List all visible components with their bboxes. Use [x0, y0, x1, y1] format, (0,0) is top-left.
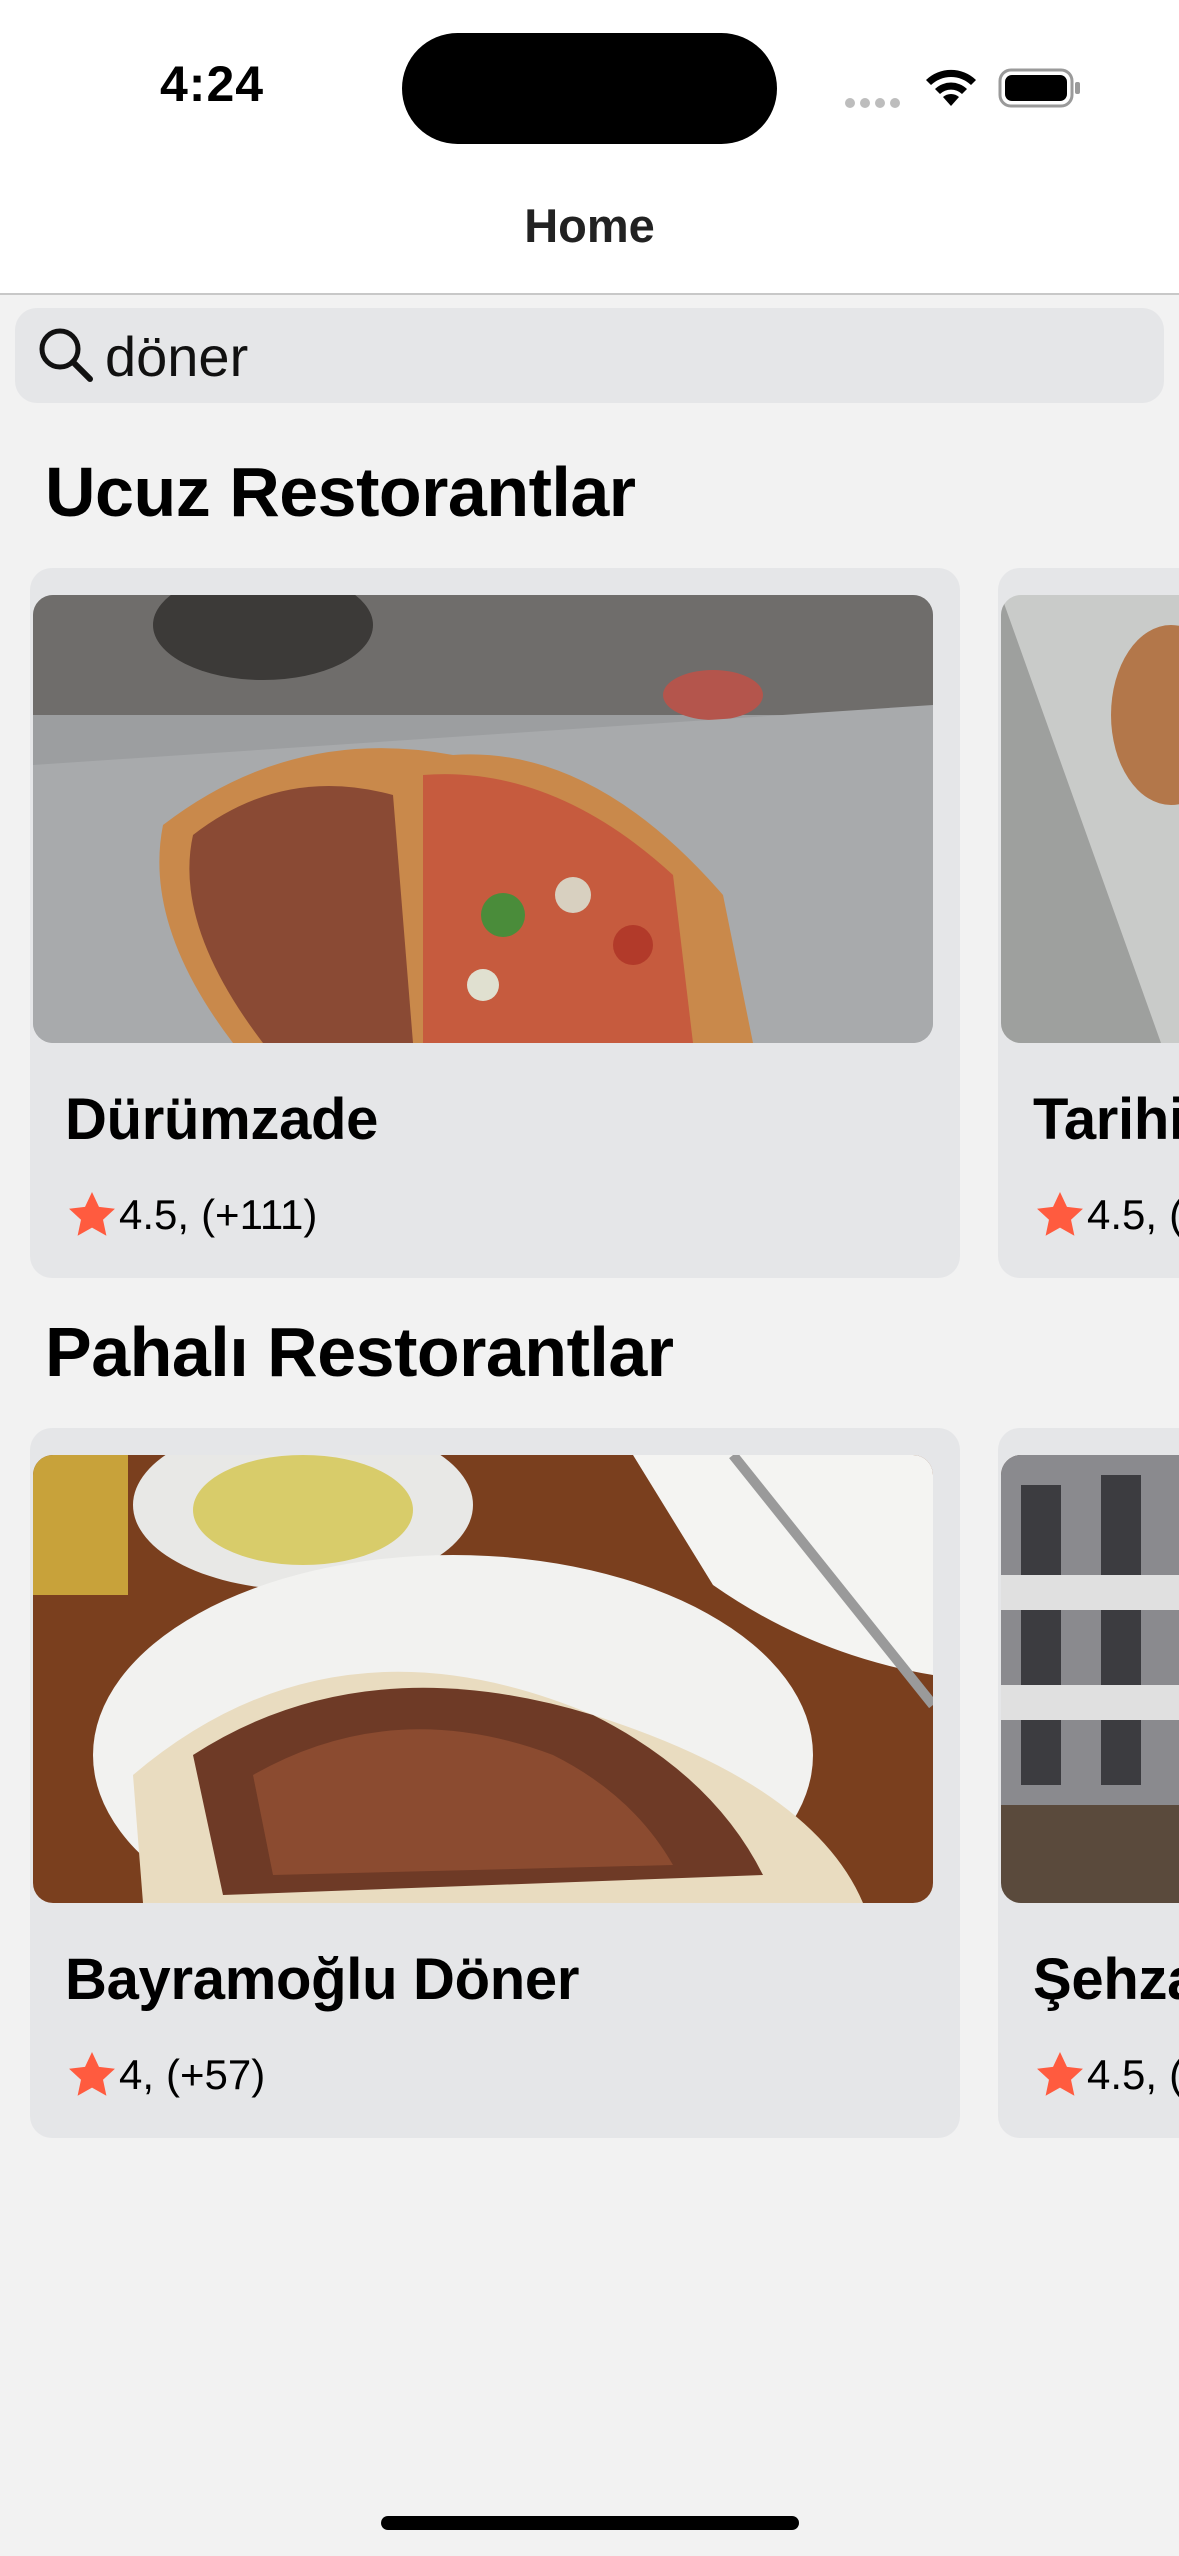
- section-title-expensive: Pahalı Restorantlar: [45, 1313, 674, 1391]
- rating-value: 4,: [119, 2051, 155, 2098]
- rating-value: 4.5,: [119, 1191, 190, 1238]
- review-count: (: [1169, 1191, 1179, 1239]
- restaurant-rating: 4, (+57): [65, 2048, 265, 2102]
- rating-value: 4.5,: [1087, 2051, 1158, 2098]
- restaurant-rating: 4.5, (: [1033, 2048, 1179, 2102]
- star-icon: [69, 2052, 115, 2096]
- review-count: (+57): [166, 2051, 266, 2098]
- search-query: döner: [105, 325, 249, 388]
- restaurant-card[interactable]: Şehza 4.5, (: [998, 1428, 1179, 2138]
- star-icon: [69, 1192, 115, 1236]
- home-indicator[interactable]: [381, 2516, 799, 2530]
- dynamic-island: [402, 33, 777, 144]
- search-icon: [39, 328, 93, 382]
- restaurant-rating: 4.5, (+111): [65, 1188, 317, 1242]
- rating-value: 4.5,: [1087, 1191, 1158, 1238]
- expensive-restaurants-carousel[interactable]: Bayramoğlu Döner 4, (+57) Şehza 4.5, (: [0, 1428, 1179, 2138]
- restaurant-name: Bayramoğlu Döner: [65, 1947, 580, 2012]
- section-title-cheap: Ucuz Restorantlar: [45, 453, 636, 531]
- restaurant-photo: [1001, 595, 1179, 1043]
- battery-icon: [998, 68, 1080, 108]
- search-input[interactable]: döner: [15, 308, 1164, 403]
- cellular-signal-icon: [845, 95, 905, 113]
- restaurant-name: Dürümzade: [65, 1087, 379, 1152]
- restaurant-photo: [33, 1455, 933, 1903]
- review-count: (+111): [201, 1191, 318, 1238]
- cheap-restaurants-carousel[interactable]: Dürümzade 4.5, (+111) Tarihi 4.5, (: [0, 568, 1179, 1278]
- wifi-icon: [926, 69, 976, 106]
- restaurant-photo: [1001, 1455, 1179, 1903]
- star-icon: [1037, 2052, 1083, 2096]
- status-time: 4:24: [160, 56, 265, 112]
- restaurant-card[interactable]: Dürümzade 4.5, (+111): [30, 568, 960, 1278]
- restaurant-card[interactable]: Tarihi 4.5, (: [998, 568, 1179, 1278]
- restaurant-photo: [33, 595, 933, 1043]
- restaurant-card[interactable]: Bayramoğlu Döner 4, (+57): [30, 1428, 960, 2138]
- restaurant-name: Şehza: [1033, 1947, 1179, 2012]
- restaurant-rating: 4.5, (: [1033, 1188, 1179, 1242]
- page-title: Home: [524, 199, 655, 252]
- navigation-bar: Home: [0, 170, 1179, 295]
- star-icon: [1037, 1192, 1083, 1236]
- status-bar: 4:24: [0, 0, 1179, 170]
- review-count: (: [1169, 2051, 1179, 2099]
- restaurant-name: Tarihi: [1033, 1087, 1179, 1152]
